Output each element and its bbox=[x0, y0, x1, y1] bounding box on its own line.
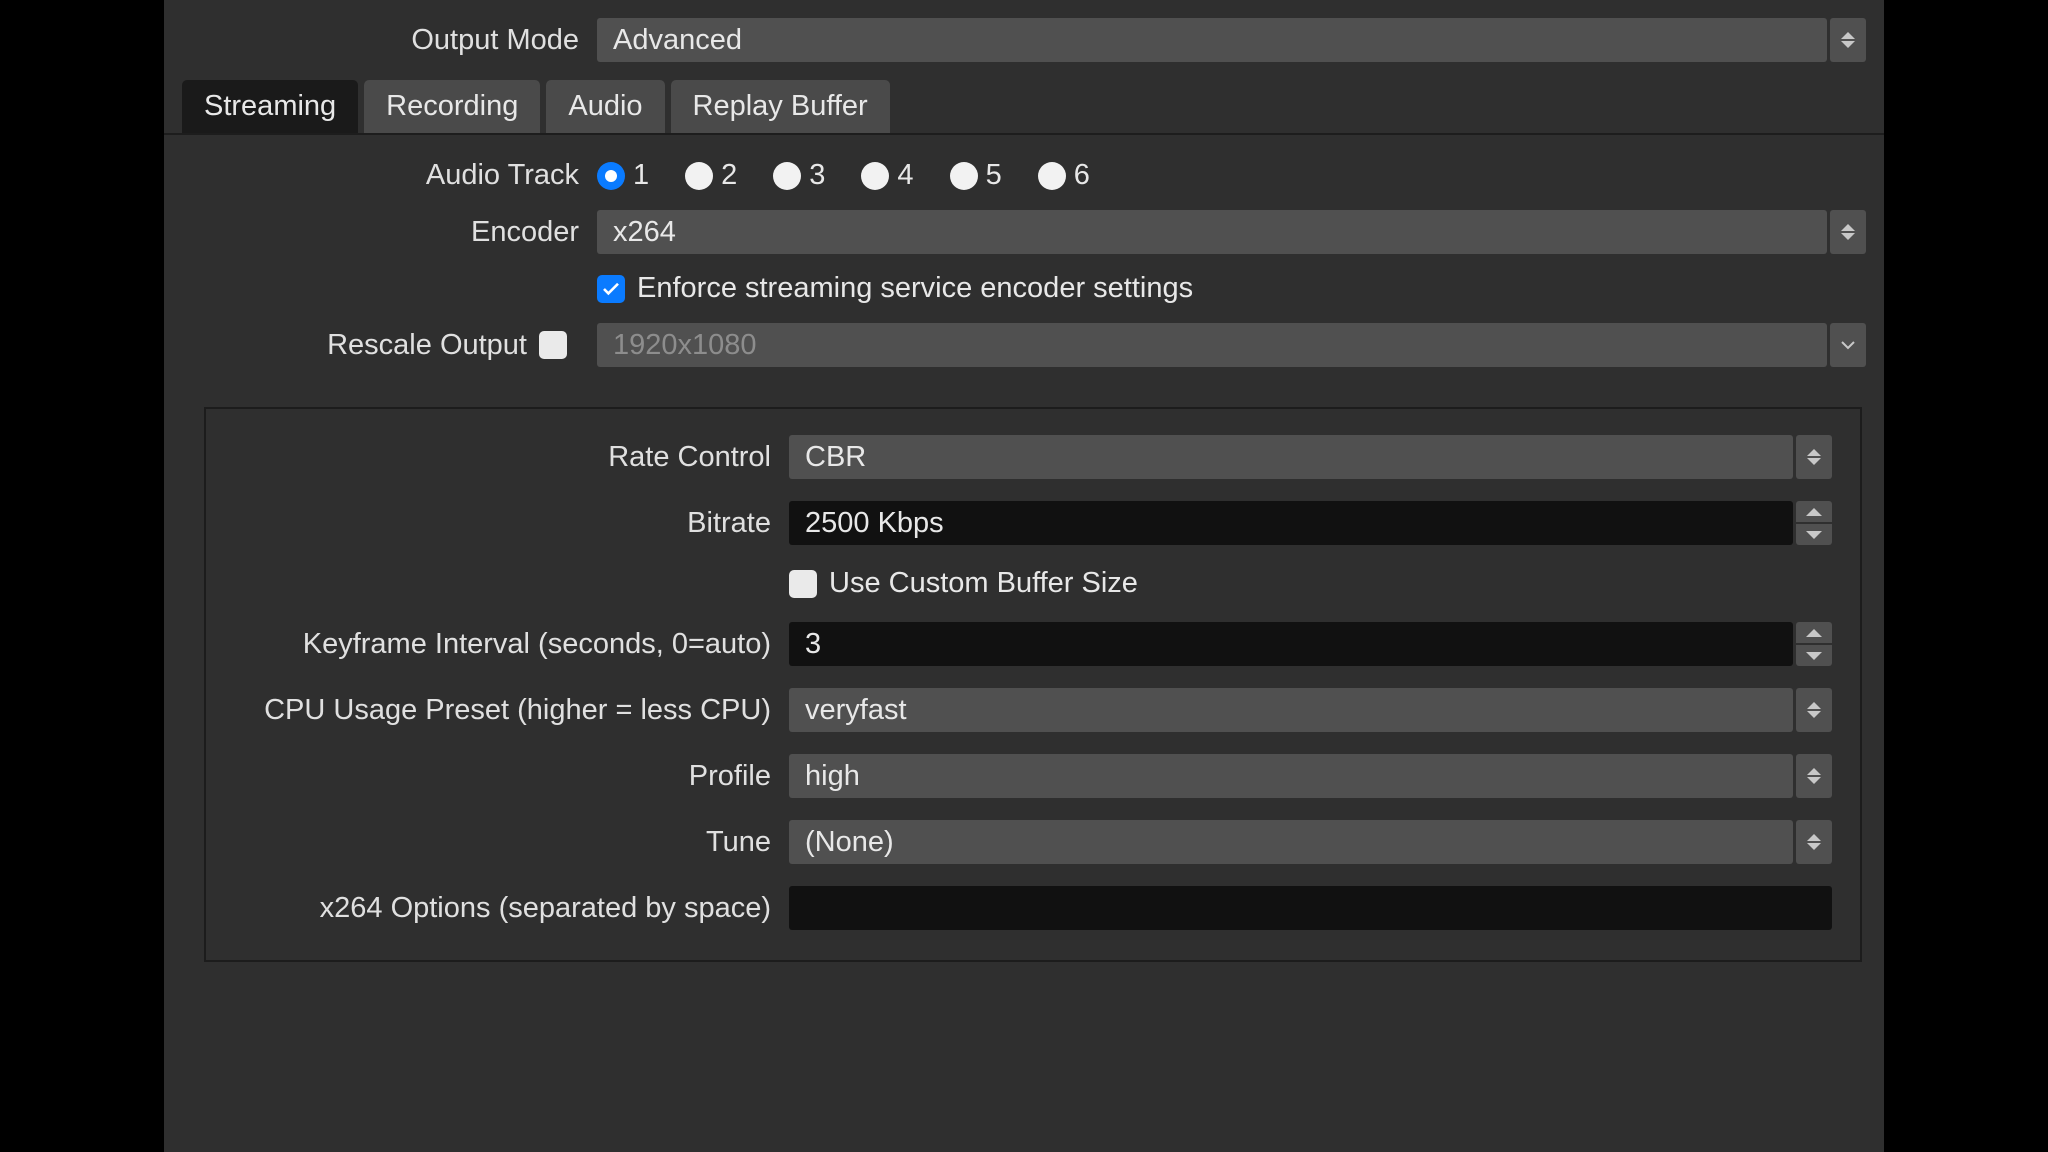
audio-track-radio-5[interactable]: 5 bbox=[950, 159, 1002, 192]
bitrate-stepper[interactable] bbox=[1796, 501, 1832, 545]
bitrate-label: Bitrate bbox=[234, 507, 789, 540]
rate-control-label: Rate Control bbox=[234, 441, 789, 474]
radio-icon bbox=[950, 162, 978, 190]
output-mode-value: Advanced bbox=[613, 24, 742, 57]
enforce-label: Enforce streaming service encoder settin… bbox=[637, 272, 1193, 305]
encoder-value: x264 bbox=[613, 216, 676, 249]
custom-buffer-row: Use Custom Buffer Size bbox=[216, 567, 1850, 600]
profile-dropdown[interactable]: high bbox=[789, 754, 1793, 798]
cpu-preset-row: CPU Usage Preset (higher = less CPU) ver… bbox=[216, 688, 1850, 732]
cpu-preset-label: CPU Usage Preset (higher = less CPU) bbox=[234, 694, 789, 727]
x264-opts-input[interactable] bbox=[789, 886, 1832, 930]
audio-track-radio-3[interactable]: 3 bbox=[773, 159, 825, 192]
x264-opts-row: x264 Options (separated by space) bbox=[216, 886, 1850, 930]
encoder-settings-group: Rate Control CBR Bitrate 2500 Kbps bbox=[204, 407, 1862, 962]
tab-recording[interactable]: Recording bbox=[364, 80, 540, 133]
output-mode-stepper-icon[interactable] bbox=[1830, 18, 1866, 62]
custom-buffer-label: Use Custom Buffer Size bbox=[829, 567, 1138, 600]
output-mode-dropdown[interactable]: Advanced bbox=[597, 18, 1827, 62]
bitrate-step-up[interactable] bbox=[1796, 501, 1832, 522]
tab-streaming[interactable]: Streaming bbox=[182, 80, 358, 133]
tune-label: Tune bbox=[234, 826, 789, 859]
radio-icon bbox=[685, 162, 713, 190]
tab-audio[interactable]: Audio bbox=[546, 80, 664, 133]
check-icon bbox=[602, 282, 620, 296]
settings-panel: Output Mode Advanced Streaming Recording… bbox=[164, 0, 1884, 1152]
radio-icon bbox=[773, 162, 801, 190]
radio-icon bbox=[597, 162, 625, 190]
profile-row: Profile high bbox=[216, 754, 1850, 798]
cpu-preset-stepper-icon[interactable] bbox=[1796, 688, 1832, 732]
rate-control-stepper-icon[interactable] bbox=[1796, 435, 1832, 479]
bitrate-step-down[interactable] bbox=[1796, 524, 1832, 545]
check-icon bbox=[544, 338, 562, 352]
audio-track-label: Audio Track bbox=[182, 159, 597, 192]
cpu-preset-dropdown[interactable]: veryfast bbox=[789, 688, 1793, 732]
radio-icon bbox=[1038, 162, 1066, 190]
keyframe-step-up[interactable] bbox=[1796, 622, 1832, 643]
audio-track-radio-2[interactable]: 2 bbox=[685, 159, 737, 192]
keyframe-label: Keyframe Interval (seconds, 0=auto) bbox=[234, 628, 789, 661]
output-mode-label: Output Mode bbox=[182, 24, 597, 57]
x264-opts-label: x264 Options (separated by space) bbox=[234, 892, 789, 925]
rate-control-row: Rate Control CBR bbox=[216, 435, 1850, 479]
audio-track-radio-1[interactable]: 1 bbox=[597, 159, 649, 192]
check-icon bbox=[794, 577, 812, 591]
keyframe-step-down[interactable] bbox=[1796, 645, 1832, 666]
tune-row: Tune (None) bbox=[216, 820, 1850, 864]
encoder-label: Encoder bbox=[182, 216, 597, 249]
encoder-row: Encoder x264 bbox=[164, 210, 1884, 254]
audio-track-radio-4[interactable]: 4 bbox=[861, 159, 913, 192]
rescale-chevron-icon[interactable] bbox=[1830, 323, 1866, 367]
rate-control-dropdown[interactable]: CBR bbox=[789, 435, 1793, 479]
audio-track-radios: 1 2 3 4 5 6 bbox=[597, 159, 1866, 192]
encoder-dropdown[interactable]: x264 bbox=[597, 210, 1827, 254]
keyframe-row: Keyframe Interval (seconds, 0=auto) 3 bbox=[216, 622, 1850, 666]
enforce-row: Enforce streaming service encoder settin… bbox=[164, 272, 1884, 305]
chevron-down-icon bbox=[1840, 340, 1856, 350]
rescale-row: Rescale Output 1920x1080 bbox=[164, 323, 1884, 367]
tune-dropdown[interactable]: (None) bbox=[789, 820, 1793, 864]
output-tabs: Streaming Recording Audio Replay Buffer bbox=[164, 80, 1884, 135]
custom-buffer-checkbox[interactable] bbox=[789, 570, 817, 598]
profile-label: Profile bbox=[234, 760, 789, 793]
enforce-checkbox[interactable] bbox=[597, 275, 625, 303]
tab-replay-buffer[interactable]: Replay Buffer bbox=[671, 80, 890, 133]
encoder-stepper-icon[interactable] bbox=[1830, 210, 1866, 254]
output-mode-row: Output Mode Advanced bbox=[164, 18, 1884, 62]
keyframe-input[interactable]: 3 bbox=[789, 622, 1793, 666]
audio-track-row: Audio Track 1 2 3 4 5 6 bbox=[164, 159, 1884, 192]
tune-stepper-icon[interactable] bbox=[1796, 820, 1832, 864]
audio-track-radio-6[interactable]: 6 bbox=[1038, 159, 1090, 192]
bitrate-row: Bitrate 2500 Kbps bbox=[216, 501, 1850, 545]
profile-stepper-icon[interactable] bbox=[1796, 754, 1832, 798]
rescale-checkbox[interactable] bbox=[539, 331, 567, 359]
keyframe-stepper[interactable] bbox=[1796, 622, 1832, 666]
rescale-dropdown[interactable]: 1920x1080 bbox=[597, 323, 1827, 367]
rescale-value: 1920x1080 bbox=[613, 329, 757, 362]
radio-icon bbox=[861, 162, 889, 190]
rescale-label: Rescale Output bbox=[327, 329, 527, 362]
bitrate-input[interactable]: 2500 Kbps bbox=[789, 501, 1793, 545]
